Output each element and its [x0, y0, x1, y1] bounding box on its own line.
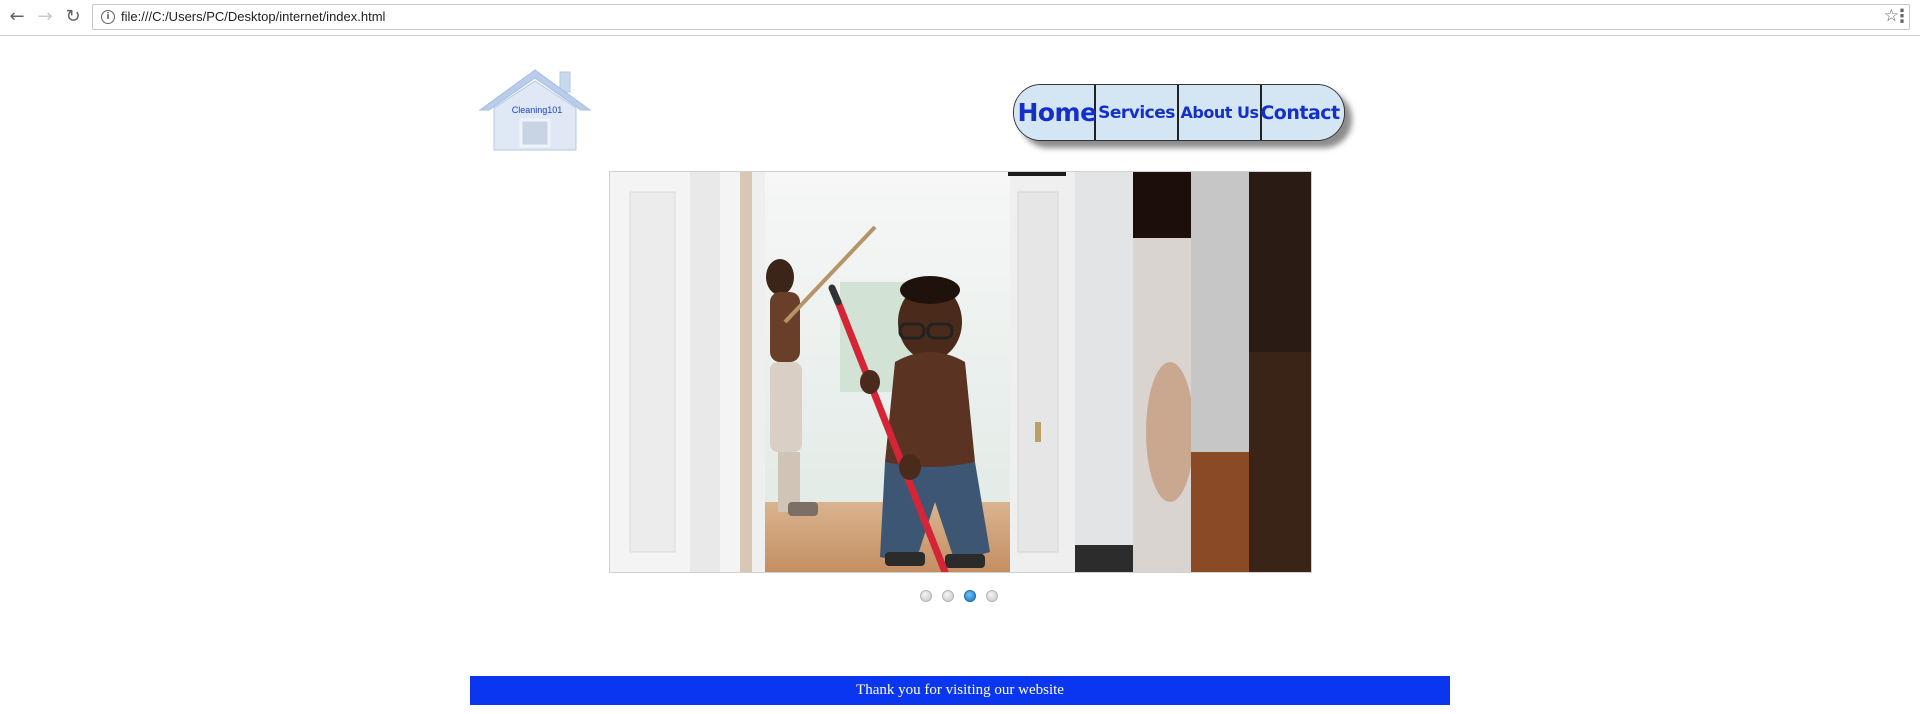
- image-slider[interactable]: [609, 171, 1312, 573]
- kebab-menu-icon[interactable]: ⋮: [1893, 6, 1911, 28]
- slider-pagination: [920, 590, 998, 604]
- logo-text: Cleaning101: [511, 105, 563, 115]
- address-bar[interactable]: i file:///C:/Users/PC/Desktop/internet/i…: [92, 4, 1910, 30]
- slider-dot-3[interactable]: [964, 590, 976, 602]
- main-nav: Home Services About Us Contact: [1013, 84, 1345, 141]
- info-icon[interactable]: i: [101, 10, 115, 24]
- nav-services[interactable]: Services: [1096, 85, 1179, 140]
- footer-banner: Thank you for visiting our website: [470, 676, 1450, 705]
- slider-dot-2[interactable]: [942, 590, 954, 602]
- forward-button[interactable]: →: [34, 6, 56, 28]
- browser-toolbar: ← → ↻ i file:///C:/Users/PC/Desktop/inte…: [0, 0, 1920, 36]
- nav-about-us[interactable]: About Us: [1179, 85, 1262, 140]
- reload-button[interactable]: ↻: [62, 6, 84, 28]
- site-logo[interactable]: Cleaning101: [476, 68, 594, 152]
- url-text[interactable]: file:///C:/Users/PC/Desktop/internet/ind…: [121, 9, 385, 24]
- nav-contact[interactable]: Contact: [1260, 85, 1344, 140]
- back-button[interactable]: ←: [6, 6, 28, 28]
- nav-home[interactable]: Home: [1014, 85, 1097, 140]
- slider-dot-4[interactable]: [986, 590, 998, 602]
- child-with-broom-photo: [610, 172, 1311, 572]
- slider-dot-1[interactable]: [920, 590, 932, 602]
